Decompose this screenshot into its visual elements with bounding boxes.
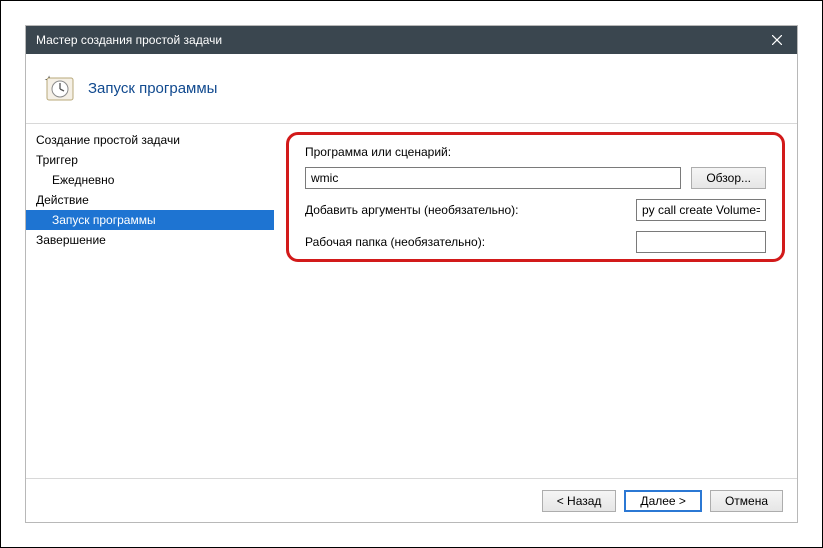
arguments-input[interactable] [636, 199, 766, 221]
wizard-sidebar: Создание простой задачи Триггер Ежедневн… [26, 124, 274, 478]
wizard-icon: ✦ [44, 73, 76, 105]
program-label-row: Программа или сценарий: [305, 145, 766, 159]
dialog-frame: Мастер создания простой задачи ✦ Запуск … [25, 25, 798, 523]
sidebar-item-daily[interactable]: Ежедневно [26, 170, 274, 190]
back-button[interactable]: < Назад [542, 490, 617, 512]
window: Мастер создания простой задачи ✦ Запуск … [0, 0, 823, 548]
program-input[interactable] [305, 167, 681, 189]
sidebar-item-finish[interactable]: Завершение [26, 230, 274, 250]
browse-button[interactable]: Обзор... [691, 167, 766, 189]
highlight-box: Программа или сценарий: Обзор... Добавит… [286, 132, 785, 262]
wizard-body: Создание простой задачи Триггер Ежедневн… [26, 124, 797, 478]
titlebar: Мастер создания простой задачи [26, 26, 797, 54]
window-title: Мастер создания простой задачи [36, 33, 757, 47]
arguments-row: Добавить аргументы (необязательно): [305, 199, 766, 221]
next-button[interactable]: Далее > [624, 490, 702, 512]
sidebar-item-start-program[interactable]: Запуск программы [26, 210, 274, 230]
workdir-input[interactable] [636, 231, 766, 253]
program-label: Программа или сценарий: [305, 145, 451, 159]
close-button[interactable] [757, 26, 797, 54]
wizard-content: Программа или сценарий: Обзор... Добавит… [274, 124, 797, 478]
sidebar-item-action[interactable]: Действие [26, 190, 274, 210]
page-title: Запуск программы [88, 80, 217, 97]
sidebar-item-create-task[interactable]: Создание простой задачи [26, 130, 274, 150]
workdir-row: Рабочая папка (необязательно): [305, 231, 766, 253]
arguments-label: Добавить аргументы (необязательно): [305, 203, 636, 217]
sidebar-item-trigger[interactable]: Триггер [26, 150, 274, 170]
workdir-label: Рабочая папка (необязательно): [305, 235, 636, 249]
wizard-header: ✦ Запуск программы [26, 54, 797, 124]
wizard-footer: < Назад Далее > Отмена [26, 478, 797, 522]
close-icon [772, 35, 782, 45]
clock-icon [44, 73, 76, 105]
program-row: Обзор... [305, 167, 766, 189]
cancel-button[interactable]: Отмена [710, 490, 783, 512]
